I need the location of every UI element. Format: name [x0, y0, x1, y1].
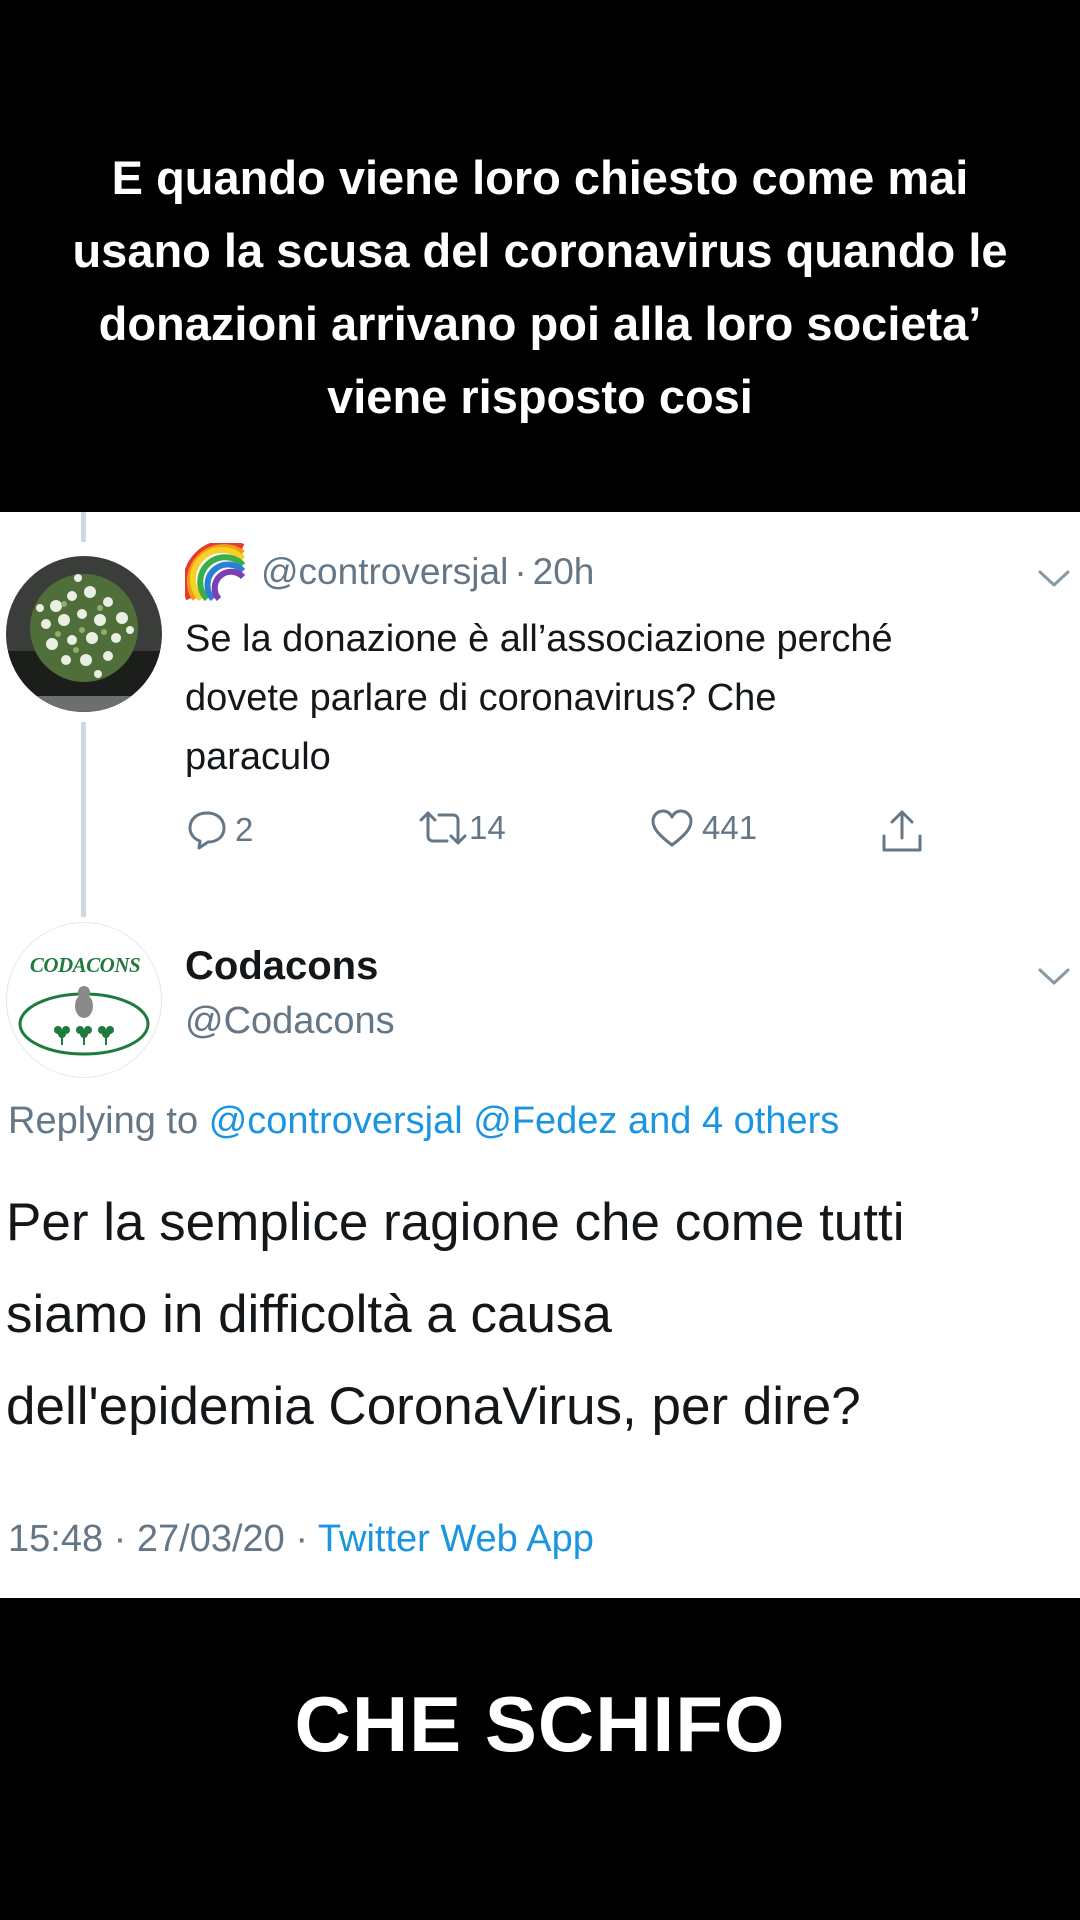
thread-line-middle: [81, 722, 86, 917]
avatar-controversjal[interactable]: [6, 556, 162, 712]
main-tweet-time: 15:48: [8, 1518, 104, 1560]
reply-tweet-separator: ·: [514, 551, 527, 592]
reply-tweet-actions: 2 14 441: [185, 808, 945, 860]
reply-count: 2: [235, 811, 254, 848]
reply-tweet-header: @controversjal · 20h: [185, 543, 595, 601]
reply-tweet-line: paraculo: [185, 736, 331, 778]
bottom-caption-text: CHE SCHIFO: [294, 1679, 786, 1768]
meta-separator: ·: [295, 1518, 309, 1560]
reply-tweet-line: dovete parlare di coronavirus? Che: [185, 677, 777, 719]
codacons-logo-text: CODACONS: [29, 953, 141, 977]
heart-icon: [651, 809, 693, 847]
main-tweet-line: siamo in difficoltà a causa: [6, 1285, 612, 1344]
main-tweet-handle[interactable]: @Codacons: [185, 1000, 395, 1043]
top-caption: E quando viene loro chiesto come mai usa…: [0, 0, 1080, 512]
reply-tweet-time[interactable]: 20h: [533, 551, 595, 593]
share-icon: [882, 810, 922, 852]
thread-line-top: [81, 512, 86, 542]
replying-to: Replying to @controversjal @Fedez and 4 …: [8, 1100, 839, 1143]
main-tweet-meta: 15:48 · 27/03/20 · Twitter Web App: [8, 1518, 594, 1561]
tweet-source-link[interactable]: Twitter Web App: [318, 1518, 594, 1560]
bottom-caption: CHE SCHIFO: [0, 1598, 1080, 1920]
retweet-count: 14: [469, 809, 506, 846]
meta-separator: ·: [113, 1518, 127, 1560]
main-tweet-line: Per la semplice ragione che come tutti: [6, 1193, 905, 1252]
reply-icon: [188, 811, 226, 850]
retweet-action[interactable]: 14: [417, 808, 506, 848]
rainbow-icon: [185, 543, 246, 601]
avatar-codacons[interactable]: CODACONS: [6, 922, 162, 1078]
main-tweet-line: dell'epidemia CoronaVirus, per dire?: [6, 1377, 861, 1436]
reply-tweet-text: Se la donazione è all’associazione perch…: [185, 610, 893, 787]
replying-to-users[interactable]: @controversjal @Fedez and 4 others: [209, 1100, 840, 1142]
chevron-down-icon[interactable]: [1037, 967, 1071, 987]
tweet-card: @controversjal · 20h Se la donazione è a…: [0, 512, 1080, 1598]
share-action[interactable]: [880, 808, 924, 854]
top-caption-text: E quando viene loro chiesto come mai usa…: [72, 151, 1008, 423]
like-count: 441: [702, 809, 758, 846]
like-action[interactable]: 441: [650, 808, 757, 848]
replying-to-prefix: Replying to: [8, 1100, 199, 1142]
retweet-icon: [419, 811, 467, 845]
chevron-down-icon[interactable]: [1037, 569, 1071, 589]
main-tweet-display-name[interactable]: Codacons: [185, 944, 378, 989]
main-tweet-text: Per la semplice ragione che come tutti s…: [6, 1177, 905, 1453]
reply-tweet-handle[interactable]: @controversjal: [261, 551, 508, 593]
main-tweet-date: 27/03/20: [136, 1518, 285, 1560]
reply-action[interactable]: 2: [185, 808, 253, 852]
reply-tweet-line: Se la donazione è all’associazione perch…: [185, 618, 893, 660]
